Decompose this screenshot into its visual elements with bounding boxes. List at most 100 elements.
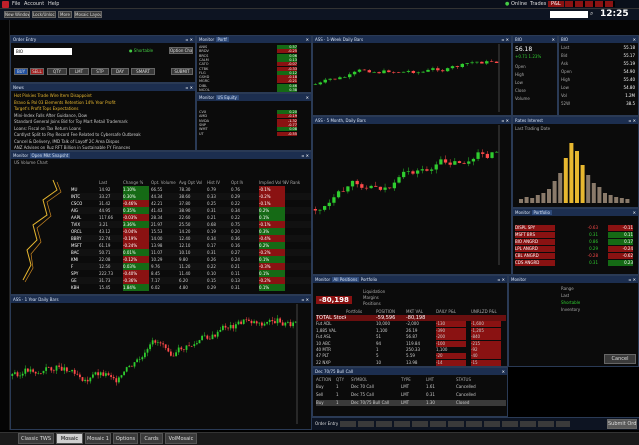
column-header[interactable]: TYPE bbox=[401, 377, 411, 383]
submit-order-button[interactable]: Submit Order bbox=[607, 419, 637, 429]
table-row[interactable]: GE 31.73 -0.36% 7.17 6.20 0.15 0.13 -0.2% bbox=[71, 277, 311, 284]
candle-body bbox=[279, 318, 282, 323]
candle-body bbox=[136, 359, 139, 363]
menu-help[interactable]: Help bbox=[48, 1, 59, 7]
trade-row[interactable]: Buy 1 Dec 70 Call LMT 1.61 Cancelled bbox=[316, 384, 506, 390]
position-row[interactable]: 40 MTR 1 250.33 1,100 -92 bbox=[316, 347, 506, 353]
submit-button[interactable]: SUBMIT bbox=[171, 68, 193, 75]
column-header[interactable]: STATUS bbox=[456, 377, 471, 383]
position-row[interactable]: Fut ADL 10,000 -2,000 -130 -1,600 bbox=[316, 321, 506, 328]
table-row[interactable]: F 12.50 0.03% 9.76 11.20 0.22 0.21 -0.3% bbox=[71, 263, 311, 270]
layout-tab[interactable]: Cards bbox=[140, 433, 163, 444]
buy-button[interactable]: BUY bbox=[14, 68, 28, 75]
position-row[interactable]: Fut ASL 51 56.87 -200 -840 bbox=[316, 334, 506, 341]
news-item[interactable]: Target's Profit Tops Expectations bbox=[11, 106, 195, 112]
candle-body bbox=[130, 365, 133, 367]
news-item[interactable]: Cancel & Delivery, IMD Talk of Layoff 2C… bbox=[11, 139, 195, 145]
search-field[interactable] bbox=[550, 11, 588, 18]
more-button[interactable]: More bbox=[58, 11, 72, 18]
sell-button[interactable]: SELL bbox=[30, 68, 44, 75]
net-liquidation-value: -80,198 bbox=[316, 296, 352, 304]
lmt-field[interactable]: LMT bbox=[69, 68, 89, 75]
route-field[interactable]: SMART bbox=[131, 68, 155, 75]
menu-file[interactable]: File bbox=[12, 1, 20, 7]
candle-body bbox=[457, 161, 462, 164]
position-row[interactable]: TOTAL Stocks -59,596 -80,198 bbox=[316, 315, 506, 321]
news-headline: Target's Profit Tops Expectations bbox=[14, 106, 79, 111]
candle-body bbox=[406, 171, 410, 172]
table-row[interactable]: ORCL 43.12 -0.04% 15.53 14.20 0.19 0.20 0.3% bbox=[71, 228, 311, 235]
position-row[interactable]: 10 ABC 94 119.84 -100 -215 bbox=[316, 340, 506, 347]
column-header[interactable]: ACTION bbox=[316, 377, 331, 383]
column-header[interactable]: LMT bbox=[426, 377, 434, 383]
news-panel: News ▫ ✕ Hot Pinkies Trade Wire Item Disa… bbox=[10, 83, 196, 151]
bidask-value: 55.19 bbox=[623, 61, 635, 66]
layout-tab[interactable]: Options bbox=[113, 433, 138, 444]
menu-account[interactable]: Account bbox=[24, 1, 44, 7]
new-window-button[interactable]: New Window bbox=[4, 11, 30, 18]
list-item[interactable]: LPL ANGRD 0.29 -0.24 bbox=[513, 246, 638, 252]
qty-field[interactable]: QTY bbox=[47, 68, 67, 75]
news-item[interactable]: Cardlyst Split to Pay Record Fee Related… bbox=[11, 132, 195, 138]
status-trades[interactable]: Trades bbox=[530, 1, 546, 7]
quote-price: 56.18 bbox=[515, 46, 533, 53]
layout-tab[interactable]: VolMosaic bbox=[165, 433, 197, 444]
candle-body bbox=[198, 340, 201, 344]
column-header[interactable]: SYMBOL bbox=[351, 377, 367, 383]
status-pnl[interactable]: P&L bbox=[548, 1, 564, 7]
news-item[interactable]: Hot Pinkies Trade Wire Item Disappoint bbox=[11, 93, 195, 99]
option-chain-button[interactable]: Option Chain bbox=[169, 47, 193, 54]
table-cell: 0.31 bbox=[207, 208, 216, 213]
table-row[interactable]: KBH 15.45 1.84% 6.02 4.80 0.29 0.31 0.1% bbox=[71, 284, 311, 291]
table-row[interactable]: UT -0.55 bbox=[197, 131, 311, 136]
candle-body bbox=[411, 70, 416, 73]
column-header[interactable]: QTY bbox=[336, 377, 344, 383]
news-item[interactable]: Mini-Index Falls After Guidance, Dow bbox=[11, 113, 195, 119]
candle-body bbox=[47, 367, 50, 368]
account-panel: Monitor All Positions Portfolio ▫ ✕ -80,1… bbox=[312, 275, 508, 367]
table-row[interactable]: AAPL 117.66 -0.03% 28.34 22.60 0.21 0.22 0.1% bbox=[71, 214, 311, 221]
trade-row[interactable]: Sell 1 Dec 75 Call LMT 0.31 Cancelled bbox=[316, 392, 506, 398]
layout-tab[interactable]: Classic TWS bbox=[18, 433, 54, 444]
symbol-input[interactable]: BIO bbox=[14, 48, 72, 55]
lock-button[interactable]: Lock/Unlock bbox=[32, 11, 56, 18]
order-strip-fields[interactable] bbox=[340, 421, 570, 427]
table-row[interactable]: INTC 33.27 0.30% 44.34 38.60 0.33 0.29 -0.2% bbox=[71, 193, 311, 200]
list-item[interactable]: CBL ANGRD -0.28 -0.62 bbox=[513, 253, 638, 259]
table-row[interactable]: MSFT 61.19 -0.24% 13.98 12.10 0.17 0.16 0.2% bbox=[71, 242, 311, 249]
tif-field[interactable]: DAY bbox=[111, 68, 129, 75]
news-item[interactable]: Standard General Joins Bid for Toy Mart … bbox=[11, 119, 195, 125]
table-cell: 28.34 bbox=[151, 215, 163, 220]
layout-tab[interactable]: Mosaic bbox=[56, 433, 83, 444]
news-item[interactable]: Loans: Fiscal on Tax Return Loans bbox=[11, 126, 195, 132]
table-row[interactable]: MU 14.92 1.10% 66.55 78.30 0.79 0.76 -0.1% bbox=[71, 186, 311, 193]
mosaic-layout-button[interactable]: Mosaic Layout bbox=[74, 11, 102, 18]
stp-field[interactable]: STP bbox=[91, 68, 109, 75]
table-row[interactable]: TVIX 3.21 3.36% 21.97 25.50 0.68 0.75 -0.1% bbox=[71, 221, 311, 228]
search-icon[interactable]: ⌕ bbox=[590, 10, 593, 18]
table-row[interactable]: BAC 50.71 0.01% 11.07 10.10 0.31 0.27 -0.2% bbox=[71, 249, 311, 256]
position-row[interactable]: 47 PLT 5 5.59 -20 -40 bbox=[316, 353, 506, 360]
position-row[interactable]: 22 NXP 10 13.98 -14 -15 bbox=[316, 359, 506, 366]
layout-tab[interactable]: Mosaic 1 bbox=[85, 433, 111, 444]
table-cell: 0.34 bbox=[231, 208, 240, 213]
table-row[interactable]: KMI 22.08 -0.12% 10.29 9.80 0.26 0.24 0.1% bbox=[71, 256, 311, 263]
trade-row[interactable]: Buy 1 Dec 70/75 Bull Call LMT 1.30 Closed bbox=[316, 400, 506, 406]
list-item[interactable]: CDS ANGRD 0.31 0.23 bbox=[513, 260, 638, 266]
table-cell: -0.24% bbox=[123, 242, 149, 249]
news-item[interactable]: Bravo & Pal 03 Elements Retention 14% Ye… bbox=[11, 100, 195, 106]
table-row[interactable]: AIG 44.95 0.35% 41.43 38.90 0.31 0.34 0.2% bbox=[71, 207, 311, 214]
table-cell: -0.1% bbox=[259, 186, 285, 193]
range-label: Range bbox=[561, 286, 574, 291]
table-row[interactable]: BBRY 22.74 -0.19% 14.00 12.40 0.34 0.36 -0.4% bbox=[71, 235, 311, 242]
candle-body bbox=[219, 329, 222, 332]
list-item[interactable]: BIO ANGRD 0.86 0.17 bbox=[513, 239, 638, 245]
table-row[interactable]: SPY 222.73 -0.40% 8.45 11.40 0.10 0.11 0.1% bbox=[71, 270, 311, 277]
list-item[interactable]: MSFT BRS 0.31 0.11 bbox=[513, 232, 638, 238]
list-item[interactable]: DISPL SPY -0.63 -0.11 bbox=[513, 225, 638, 231]
candle-body bbox=[11, 373, 14, 376]
cancel-order-button[interactable]: Cancel bbox=[604, 354, 636, 364]
position-cell: Fut ADL bbox=[316, 321, 332, 327]
table-row[interactable]: CSCO 31.42 -0.46% 42.21 37.80 0.25 0.22 -0.1% bbox=[71, 200, 311, 207]
position-row[interactable]: 1,885 VAL 1,100 26.19 -390 -1,205 bbox=[316, 327, 506, 334]
